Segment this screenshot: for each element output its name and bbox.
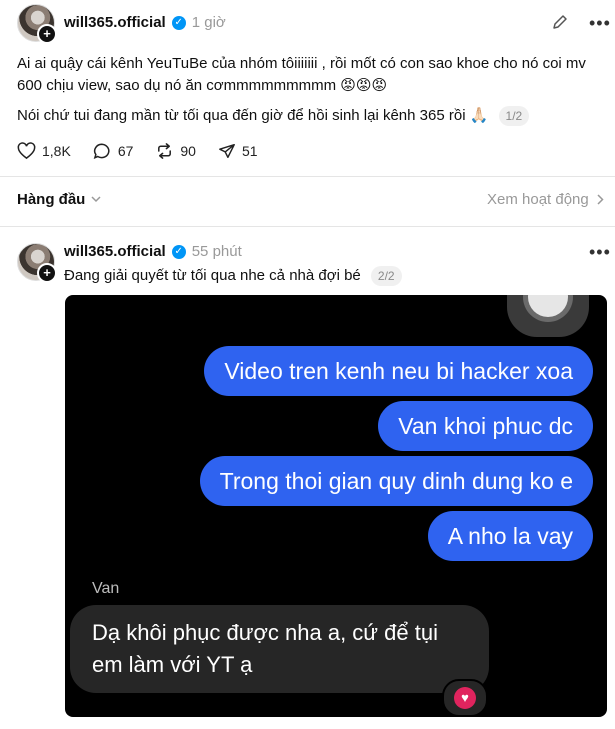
sent-message: Trong thoi gian quy dinh dung ko e (199, 456, 593, 506)
received-message: Dạ khôi phục được nha a, cứ để tụi em là… (70, 605, 489, 693)
view-activity-label: Xem hoạt động (487, 191, 589, 208)
chat-screenshot-image[interactable]: Video tren kenh neu bi hacker xoa Van kh… (65, 295, 607, 717)
post-pager: 2/2 (370, 266, 402, 287)
sent-message: Van khoi phuc dc (378, 401, 593, 451)
divider (0, 226, 615, 227)
follow-plus-icon[interactable]: + (37, 24, 57, 44)
comment-button[interactable]: 67 (93, 142, 134, 160)
sender-name: Van (92, 580, 120, 597)
divider (0, 176, 615, 177)
share-icon (219, 143, 235, 159)
like-count: 1,8K (42, 143, 71, 159)
post-text-block: Đang giải quyết từ tối qua nhe cả nhà đợ… (64, 265, 402, 287)
assistive-touch-icon (507, 295, 589, 337)
repost-count: 90 (180, 143, 196, 159)
sent-message: A nho la vay (427, 511, 593, 561)
more-icon[interactable]: ••• (589, 243, 611, 261)
sort-dropdown[interactable]: Hàng đầu (17, 191, 101, 208)
chevron-right-icon (597, 194, 604, 205)
post-pager: 1/2 (498, 106, 530, 127)
sort-label: Hàng đầu (17, 191, 86, 208)
view-activity-link[interactable]: Xem hoạt động (487, 191, 604, 208)
repost-button[interactable]: 90 (155, 142, 196, 160)
repost-icon (158, 143, 172, 159)
post-text-secondary: Nói chứ tui đang mần từ tối qua đến giờ … (17, 105, 607, 127)
pencil-icon[interactable] (551, 13, 569, 36)
share-count: 51 (241, 143, 258, 159)
verified-badge-icon: ✓ (171, 15, 186, 30)
post-text: Ai ai quậy cái kênh YeuTuBe của nhóm tôi… (17, 55, 586, 94)
heart-icon (17, 142, 36, 160)
verified-badge-icon: ✓ (171, 244, 186, 259)
post-timestamp: 55 phút (191, 243, 242, 260)
more-icon[interactable]: ••• (589, 14, 611, 32)
like-button[interactable]: 1,8K (17, 142, 71, 160)
post-timestamp: 1 giờ (191, 14, 226, 31)
post-text-line: Nói chứ tui đang mần từ tối qua đến giờ … (17, 107, 489, 124)
post-text: Đang giải quyết từ tối qua nhe cả nhà đợ… (64, 267, 361, 284)
post-username[interactable]: will365.official (64, 14, 166, 31)
chevron-down-icon (91, 196, 101, 203)
follow-plus-icon[interactable]: + (37, 263, 57, 283)
share-button[interactable]: 51 (218, 142, 258, 160)
heart-reaction-icon: ♥ (442, 679, 488, 717)
sent-message: Video tren kenh neu bi hacker xoa (204, 346, 593, 396)
comment-count: 67 (117, 143, 134, 159)
comment-icon (93, 143, 110, 159)
post-username[interactable]: will365.official (64, 243, 166, 260)
